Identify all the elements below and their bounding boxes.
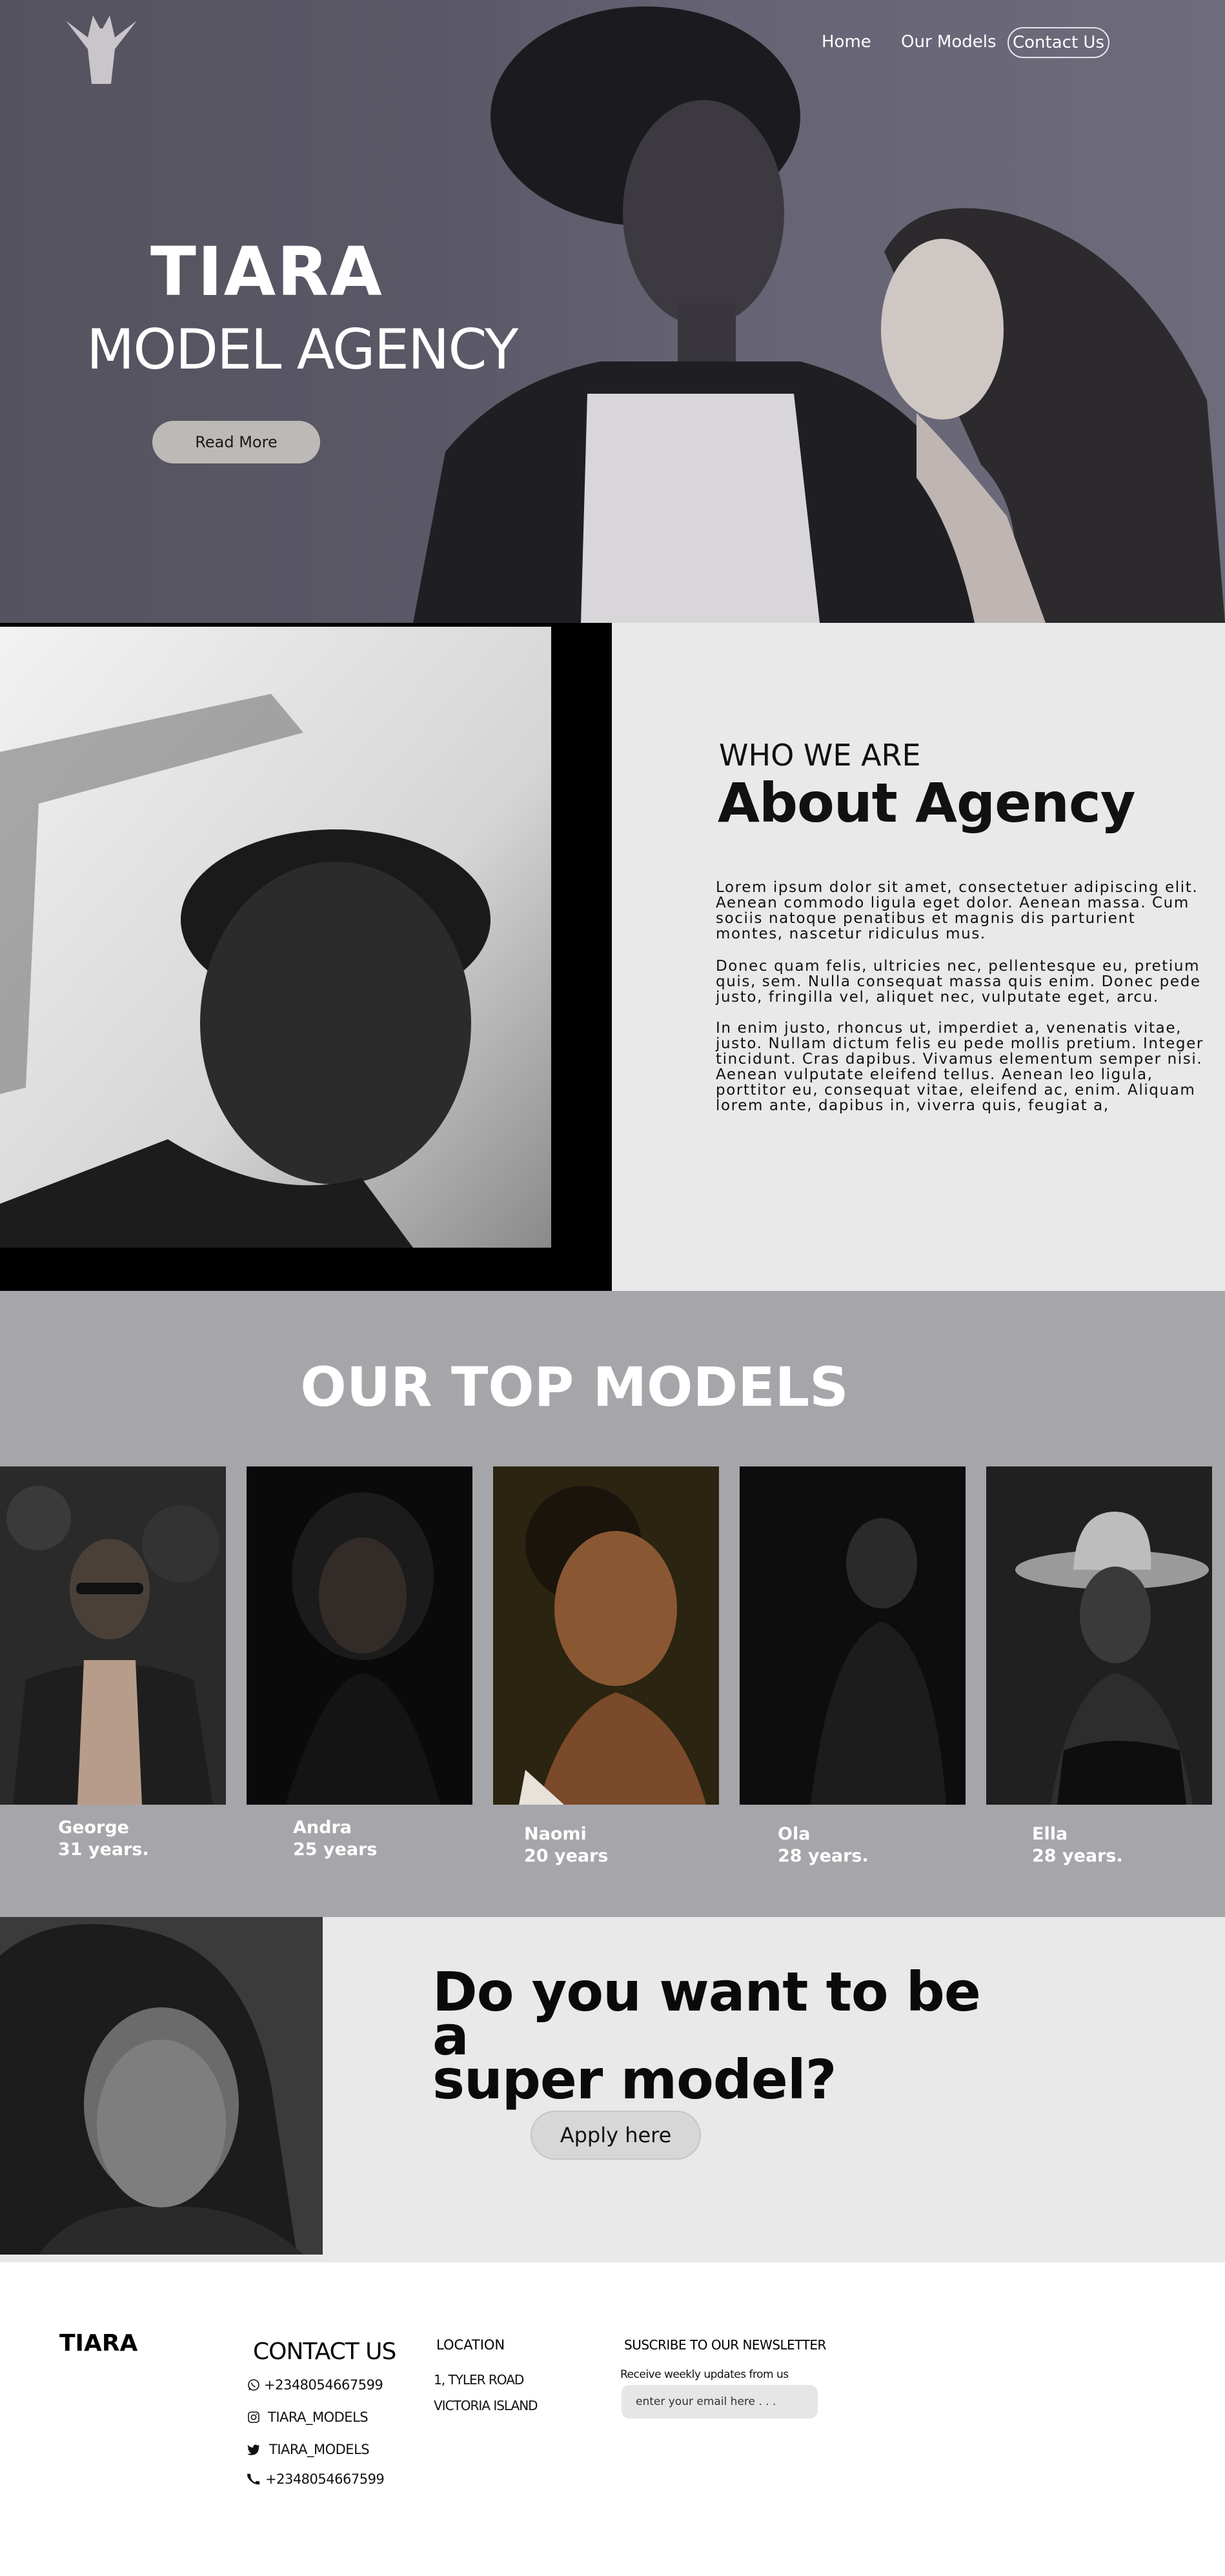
model-info-naomi: Naomi 20 years [524, 1823, 609, 1867]
model-card-ella[interactable] [986, 1466, 1212, 1805]
read-more-button[interactable]: Read More [152, 421, 320, 463]
instagram-icon [248, 2411, 259, 2423]
footer-brand: TIARA [59, 2330, 138, 2357]
model-card-naomi[interactable] [493, 1466, 719, 1805]
top-models-section: OUR TOP MODELS George 31 years. Andra 25… [0, 1291, 1225, 1917]
about-paragraph: Donec quam felis, ultricies nec, pellent… [716, 958, 1201, 1006]
contact-whatsapp[interactable]: +2348054667599 [247, 2377, 383, 2393]
model-info-george: George 31 years. [58, 1817, 149, 1861]
cta-title: Do you want to be a super model? [432, 1965, 1013, 2107]
model-card-ola[interactable] [740, 1466, 966, 1805]
model-name: Ella [1032, 1824, 1068, 1844]
model-card-george[interactable] [0, 1466, 226, 1805]
about-paragraph: In enim justo, rhoncus ut, imperdiet a, … [716, 1020, 1204, 1114]
model-photo [493, 1466, 719, 1805]
about-section: WHO WE ARE About Agency Lorem ipsum dolo… [0, 623, 1225, 1291]
super-model-cta-section: Do you want to be a super model? Apply h… [0, 1917, 1225, 2262]
model-age: 28 years. [1032, 1846, 1123, 1866]
model-name: Ola [778, 1824, 811, 1844]
top-models-title: OUR TOP MODELS [300, 1355, 849, 1419]
crown-figure-logo-icon[interactable] [59, 9, 143, 84]
apply-here-button[interactable]: Apply here [531, 2111, 701, 2160]
location-line: 1, TYLER ROAD [434, 2372, 524, 2388]
contact-text: +2348054667599 [265, 2471, 385, 2487]
model-photo [986, 1466, 1212, 1805]
nav-home-link[interactable]: Home [822, 32, 871, 52]
about-portrait-photo [0, 623, 612, 1291]
hero-photo [413, 6, 1225, 623]
contact-us-title: CONTACT US [253, 2338, 396, 2365]
location-line: VICTORIA ISLAND [434, 2398, 538, 2413]
newsletter-title: SUSCRIBE TO OUR NEWSLETTER [624, 2337, 826, 2353]
hero-subtitle: MODEL AGENCY [86, 318, 518, 382]
model-age: 25 years [293, 1840, 378, 1860]
cta-portrait-photo [0, 1917, 323, 2255]
model-photo [247, 1466, 472, 1805]
model-age: 31 years. [58, 1840, 149, 1860]
contact-text: TIARA_MODELS [268, 2409, 369, 2425]
model-card-andra[interactable] [247, 1466, 472, 1805]
nav-contact-us-button[interactable]: Contact Us [1007, 27, 1109, 58]
model-info-ella: Ella 28 years. [1032, 1823, 1123, 1867]
model-photo [740, 1466, 966, 1805]
about-paragraph: Lorem ipsum dolor sit amet, consectetuer… [716, 879, 1199, 942]
about-kicker: WHO WE ARE [719, 738, 921, 773]
footer: TIARA CONTACT US +2348054667599 TIARA_MO… [0, 2262, 1225, 2576]
model-photo [0, 1466, 226, 1805]
twitter-icon [247, 2444, 260, 2455]
model-name: George [58, 1818, 129, 1838]
about-title: About Agency [718, 771, 1136, 835]
cta-title-line: super model? [432, 2048, 836, 2111]
contact-text: +2348054667599 [264, 2377, 383, 2393]
nav-our-models-link[interactable]: Our Models [901, 32, 997, 52]
contact-phone[interactable]: +2348054667599 [247, 2471, 385, 2487]
model-age: 20 years [524, 1846, 609, 1866]
whatsapp-icon [248, 2379, 259, 2391]
newsletter-email-input[interactable] [622, 2385, 818, 2419]
model-info-andra: Andra 25 years [293, 1817, 378, 1861]
hero-title: TIARA [150, 232, 383, 311]
newsletter-subtitle: Receive weekly updates from us [620, 2368, 789, 2381]
model-info-ola: Ola 28 years. [778, 1823, 869, 1867]
model-name: Andra [293, 1818, 352, 1838]
model-name: Naomi [524, 1824, 587, 1844]
phone-icon [247, 2473, 260, 2485]
contact-text: TIARA_MODELS [269, 2442, 370, 2457]
contact-twitter[interactable]: TIARA_MODELS [247, 2442, 370, 2457]
model-age: 28 years. [778, 1846, 869, 1866]
contact-instagram[interactable]: TIARA_MODELS [247, 2409, 369, 2425]
location-title: LOCATION [436, 2337, 505, 2353]
hero-section: Home Our Models Contact Us TIARA MODEL A… [0, 0, 1225, 623]
